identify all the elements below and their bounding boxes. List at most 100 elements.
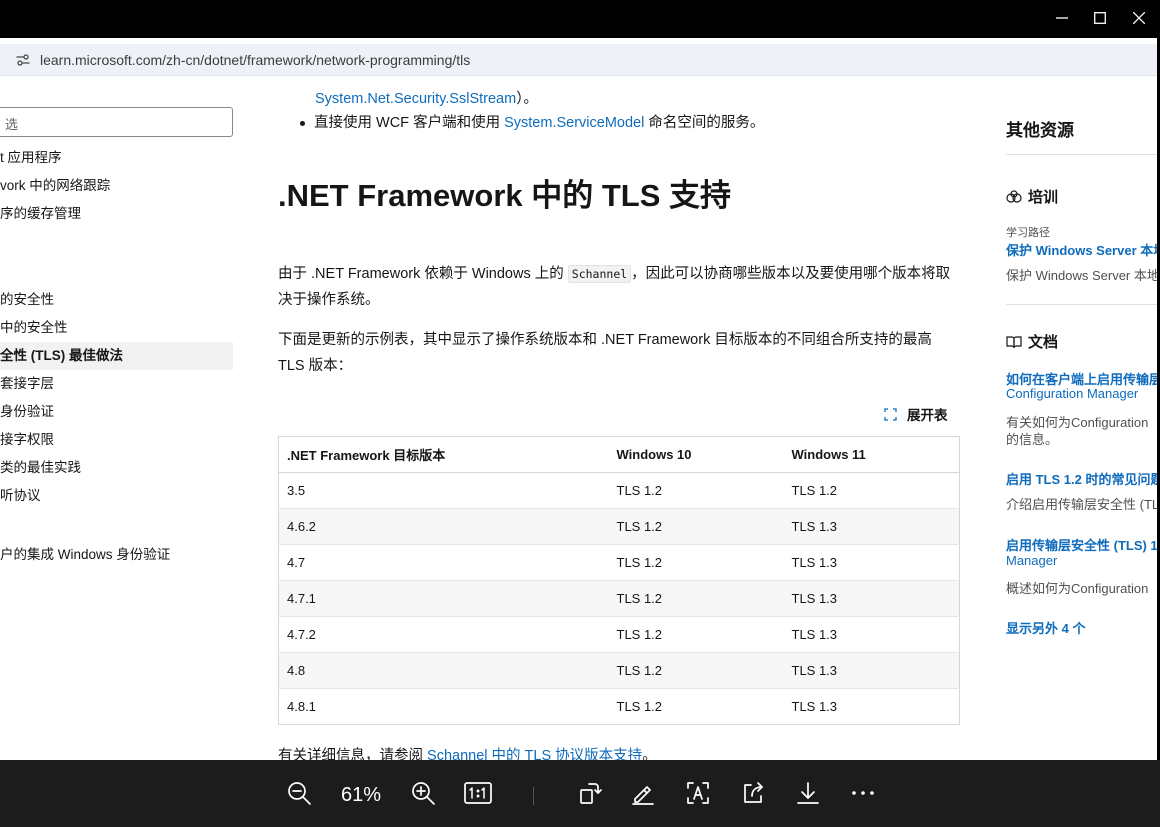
paragraph-2: 下面是更新的示例表，其中显示了操作系统版本和 .NET Framework 目标… <box>278 332 932 374</box>
bullet-dot <box>300 120 305 126</box>
book-icon <box>1006 335 1022 348</box>
table-cell: 4.7.1 <box>278 580 609 617</box>
inline-code: Schannel <box>567 265 632 283</box>
sslstream-link[interactable]: System.Net.Security.SslStream <box>315 91 516 107</box>
doc-desc: 介绍启用传输层安全性 (TL <box>1006 497 1160 512</box>
nav-item[interactable]: 中的安全性 <box>0 314 233 342</box>
doc-link-continued[interactable]: Configuration Manager <box>1006 386 1138 401</box>
zoom-out-icon <box>288 782 311 805</box>
table-cell: TLS 1.3 <box>783 580 960 617</box>
more-info-paragraph: 有关详细信息，请参阅 Schannel 中的 TLS 协议版本支持。 <box>278 743 958 760</box>
edit-icon <box>632 786 654 805</box>
nav-item[interactable]: 户的集成 Windows 身份验证 <box>0 541 233 569</box>
nav-item[interactable]: vork 中的网络跟踪 <box>0 172 233 200</box>
table-cell: TLS 1.2 <box>608 652 784 689</box>
table-row: 4.7 TLS 1.2 TLS 1.3 <box>278 544 960 581</box>
table-row: 3.5 TLS 1.2 TLS 1.2 <box>278 472 960 509</box>
table-cell: TLS 1.2 <box>783 472 960 509</box>
rail-divider <box>1006 154 1160 155</box>
close-icon <box>1133 12 1145 24</box>
training-icon <box>1006 189 1022 203</box>
training-link[interactable]: 保护 Windows Server 本地 <box>1006 240 1160 259</box>
text-select-button[interactable] <box>681 776 715 810</box>
table-cell: TLS 1.3 <box>783 616 960 653</box>
doc-desc: 的信息。 <box>1006 432 1059 447</box>
toolbar-divider <box>533 787 534 805</box>
table-cell: TLS 1.2 <box>608 580 784 617</box>
servicemodel-link[interactable]: System.ServiceModel <box>504 115 644 131</box>
zoom-out-button[interactable] <box>282 776 316 810</box>
more-options-button[interactable] <box>846 776 880 810</box>
nav-item[interactable]: 套接字层 <box>0 370 233 398</box>
nav-item[interactable]: 身份验证 <box>0 398 233 426</box>
zoom-in-button[interactable] <box>406 776 440 810</box>
table-cell: 4.8 <box>278 652 609 689</box>
expand-table-label: 展开表 <box>907 408 948 423</box>
expand-table-button[interactable]: 展开表 <box>884 404 948 424</box>
nav-item-active[interactable]: 全性 (TLS) 最佳做法 <box>0 342 233 370</box>
left-navigation: 选 t 应用程序 vork 中的网络跟踪 序的缓存管理 的安全性 中的安全性 全… <box>0 82 235 742</box>
docs-heading: 文档 <box>1006 331 1058 352</box>
site-settings-icon[interactable] <box>12 49 34 71</box>
bullet-text-post: 命名空间的服务。 <box>644 115 765 131</box>
table-row: 4.8.1 TLS 1.2 TLS 1.3 <box>278 688 960 725</box>
address-bar[interactable]: learn.microsoft.com/zh-cn/dotnet/framewo… <box>0 44 1160 76</box>
more-info-post: 。 <box>642 748 657 760</box>
tls-support-table: .NET Framework 目标版本 Windows 10 Windows 1… <box>278 436 960 725</box>
viewer-toolbar: 61% <box>0 760 1160 827</box>
table-row: 4.7.2 TLS 1.2 TLS 1.3 <box>278 616 960 653</box>
maximize-icon <box>1094 12 1106 24</box>
nav-item[interactable]: t 应用程序 <box>0 144 233 172</box>
rail-divider <box>1006 304 1160 305</box>
training-desc: 保护 Windows Server 本地 <box>1006 268 1160 283</box>
expand-icon <box>884 407 897 421</box>
docs-heading-label: 文档 <box>1028 334 1059 351</box>
share-icon <box>744 782 763 803</box>
training-heading-label: 培训 <box>1028 189 1059 206</box>
nav-item[interactable]: 类的最佳实践 <box>0 454 233 482</box>
table-cell: TLS 1.2 <box>608 688 784 725</box>
training-heading: 培训 <box>1006 186 1058 207</box>
doc-desc: 概述如何为Configuration <box>1006 581 1149 596</box>
actual-size-button[interactable] <box>460 776 496 810</box>
column-header: .NET Framework 目标版本 <box>278 436 609 473</box>
table-cell: 4.8.1 <box>278 688 609 725</box>
rotate-icon <box>580 783 602 804</box>
filter-input[interactable]: 选 <box>0 107 233 137</box>
additional-resources: 其他资源 培训 学习路径 保护 Windows Server 本地 保护 Win… <box>1006 82 1160 742</box>
table-row: 4.8 TLS 1.2 TLS 1.3 <box>278 652 960 689</box>
doc-link-continued[interactable]: Manager <box>1006 553 1057 568</box>
show-more-link[interactable]: 显示另外 4 个 <box>1006 618 1085 637</box>
more-icon <box>852 791 874 795</box>
table-cell: 4.7.2 <box>278 616 609 653</box>
table-cell: TLS 1.3 <box>783 544 960 581</box>
nav-item[interactable]: 听协议 <box>0 482 233 510</box>
column-header: Windows 11 <box>783 436 960 473</box>
url-text[interactable]: learn.microsoft.com/zh-cn/dotnet/framewo… <box>40 52 470 68</box>
maximize-button[interactable] <box>1085 6 1115 30</box>
table-row: 4.6.2 TLS 1.2 TLS 1.3 <box>278 508 960 545</box>
share-button[interactable] <box>736 776 770 810</box>
edit-button[interactable] <box>626 776 660 810</box>
download-button[interactable] <box>791 776 825 810</box>
table-cell: TLS 1.2 <box>608 472 784 509</box>
nav-item[interactable]: 序的缓存管理 <box>0 200 233 228</box>
doc-link[interactable]: 启用 TLS 1.2 时的常见问题 <box>1006 469 1160 488</box>
minimize-button[interactable] <box>1047 6 1077 30</box>
table-cell: TLS 1.3 <box>783 508 960 545</box>
rotate-button[interactable] <box>572 776 606 810</box>
nav-item[interactable]: 接字权限 <box>0 426 233 454</box>
table-cell: 3.5 <box>278 472 609 509</box>
table-header-row: .NET Framework 目标版本 Windows 10 Windows 1… <box>278 436 960 473</box>
section-heading: .NET Framework 中的 TLS 支持 <box>278 178 732 213</box>
doc-link[interactable]: 启用传输层安全性 (TLS) 1. <box>1006 535 1160 554</box>
zoom-level: 61% <box>340 784 382 806</box>
schannel-link[interactable]: Schannel 中的 TLS 协议版本支持 <box>427 748 642 760</box>
intro-continued: System.Net.Security.SslStream）。 <box>315 88 538 110</box>
learning-path-label: 学习路径 <box>1006 227 1050 239</box>
actual-size-icon <box>464 782 492 804</box>
table-cell: TLS 1.3 <box>783 688 960 725</box>
close-button[interactable] <box>1124 6 1154 30</box>
nav-item[interactable]: 的安全性 <box>0 286 233 314</box>
zoom-in-icon <box>412 782 435 805</box>
